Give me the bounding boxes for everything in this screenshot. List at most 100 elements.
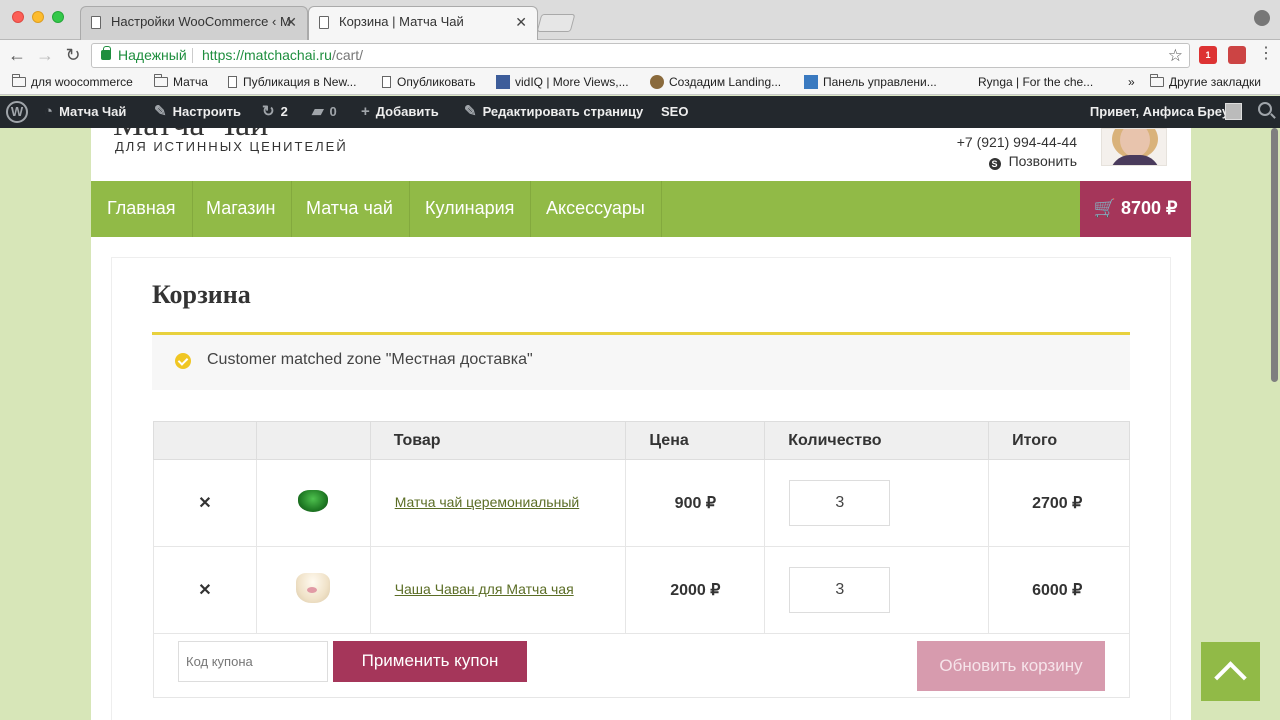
tab-title: Настройки WooCommerce ‹ М xyxy=(111,14,291,29)
profile-icon[interactable] xyxy=(1254,10,1270,26)
remove-icon[interactable]: ✕ xyxy=(153,459,257,547)
bookmark-item[interactable]: для woocommerce xyxy=(12,74,133,89)
column-header: Количество xyxy=(764,421,990,460)
column-header xyxy=(153,421,257,460)
product-price: 900 ₽ xyxy=(625,459,766,547)
line-total: 6000 ₽ xyxy=(988,546,1130,634)
admin-edit-page[interactable]: ✎ Редактировать страницу xyxy=(464,96,643,128)
product-link[interactable]: Чаша Чаван для Матча чая xyxy=(371,581,574,597)
url-text: https://matchachai.ru/cart/ xyxy=(202,44,363,67)
admin-customize[interactable]: ✎ Настроить xyxy=(154,96,241,128)
bookmark-item[interactable]: Другие закладки xyxy=(1150,74,1261,89)
header-cart-button[interactable]: 🛒 8700 ₽ xyxy=(1080,181,1191,237)
bookmark-item[interactable]: Rynga | For the che... xyxy=(978,75,1093,89)
bookmarks-bar: для woocommerce Матча Публикация в New..… xyxy=(0,70,1280,95)
wp-admin-bar: W ◔ Матча Чай ✎ Настроить ↻ 2 ▰ 0 + Добавить … xyxy=(0,96,1280,128)
folder-icon xyxy=(1150,74,1164,87)
apply-coupon-button[interactable]: Применить купон xyxy=(333,641,527,682)
wordpress-icon[interactable]: W xyxy=(6,101,28,123)
column-header xyxy=(255,421,371,460)
close-icon[interactable]: ✕ xyxy=(285,7,297,37)
bookmarks-overflow[interactable]: » xyxy=(1128,75,1135,89)
admin-add-new[interactable]: + Добавить xyxy=(361,96,439,128)
tab-woocommerce-settings[interactable]: Настройки WooCommerce ‹ М ✕ xyxy=(80,6,308,40)
page-icon xyxy=(382,76,391,88)
mail-icon xyxy=(804,75,818,89)
window-maximize-button[interactable] xyxy=(52,11,64,23)
landing-icon xyxy=(650,75,664,89)
bookmark-item[interactable]: Создадим Landing... xyxy=(650,75,781,89)
admin-avatar[interactable] xyxy=(1225,103,1242,120)
forward-arrow-icon[interactable]: → xyxy=(34,44,56,66)
bookmark-label: Публикация в New... xyxy=(243,75,357,89)
bookmark-item[interactable]: Публикация в New... xyxy=(228,75,356,89)
bookmark-label: Панель управлени... xyxy=(823,75,937,89)
remove-icon[interactable]: ✕ xyxy=(153,546,257,634)
nav-item-home[interactable]: Главная xyxy=(91,181,193,237)
bookmark-label: для woocommerce xyxy=(31,75,133,89)
extension-icon[interactable]: 1 xyxy=(1199,46,1217,64)
nav-item-cooking[interactable]: Кулинария xyxy=(409,181,532,237)
column-header: Товар xyxy=(369,421,627,460)
matcha-bowl-image xyxy=(298,489,329,512)
admin-site-name[interactable]: ◔ Матча Чай xyxy=(44,96,126,128)
contact-avatar xyxy=(1101,128,1167,166)
quantity-input[interactable]: 3 xyxy=(789,567,891,613)
admin-label: Редактировать страницу xyxy=(482,104,644,119)
bookmark-item[interactable]: Матча xyxy=(154,74,208,89)
admin-seo[interactable]: SEO xyxy=(661,96,688,128)
page-title: Корзина xyxy=(152,280,251,309)
update-cart-button[interactable]: Обновить корзину xyxy=(917,641,1105,691)
new-tab-button[interactable] xyxy=(536,14,576,32)
pencil-icon: ✎ xyxy=(464,103,477,120)
bookmark-item[interactable]: Опубликовать xyxy=(382,75,475,89)
nav-item-matcha[interactable]: Матча чай xyxy=(290,181,410,237)
site-container: Матча Чай ДЛЯ ИСТИННЫХ ЦЕНИТЕЛЕЙ +7 (921… xyxy=(91,128,1191,720)
admin-updates[interactable]: ↻ 2 xyxy=(262,96,288,128)
back-arrow-icon[interactable]: ← xyxy=(6,44,28,66)
product-name-cell: Чаша Чаван для Матча чая xyxy=(369,546,627,634)
nav-item-accessories[interactable]: Аксессуары xyxy=(530,181,662,237)
cart-content: Корзина Customer matched zone "Местная д… xyxy=(111,257,1171,720)
scrollbar[interactable] xyxy=(1269,128,1280,720)
table-row: ✕ Матча чай церемониальный 900 ₽ 3 2700 … xyxy=(153,459,1130,547)
call-label: Позвонить xyxy=(1008,153,1077,169)
site-tagline: ДЛЯ ИСТИННЫХ ЦЕНИТЕЛЕЙ xyxy=(115,139,348,154)
vidiq-icon xyxy=(496,75,510,89)
bookmark-label: Другие закладки xyxy=(1169,75,1261,89)
extension-icon[interactable] xyxy=(1228,46,1246,64)
shipping-notice: Customer matched zone "Местная доставка" xyxy=(152,332,1130,390)
tab-cart[interactable]: Корзина | Матча Чай ✕ xyxy=(308,6,538,40)
reload-icon[interactable]: ↻ xyxy=(62,44,84,66)
close-icon[interactable]: ✕ xyxy=(515,7,527,37)
product-thumbnail[interactable] xyxy=(255,459,371,547)
bookmark-label: vidIQ | More Views,... xyxy=(515,75,629,89)
tab-title: Корзина | Матча Чай xyxy=(339,14,464,29)
menu-dots-icon[interactable]: ⋮ xyxy=(1258,44,1274,64)
bookmark-item[interactable]: Панель управлени... xyxy=(804,75,937,89)
star-icon[interactable]: ☆ xyxy=(1168,44,1183,67)
bookmark-item[interactable]: vidIQ | More Views,... xyxy=(496,75,629,89)
header-phone[interactable]: +7 (921) 994-44-44 xyxy=(957,134,1077,150)
product-link[interactable]: Матча чай церемониальный xyxy=(371,494,580,510)
arrow-up-icon[interactable] xyxy=(1201,642,1260,701)
scrollbar-thumb[interactable] xyxy=(1271,128,1278,382)
nav-item-shop[interactable]: Магазин xyxy=(190,181,293,237)
main-nav: Главная Магазин Матча чай Кулинария Аксе… xyxy=(91,181,1191,237)
admin-label: Настроить xyxy=(172,104,242,119)
product-price: 2000 ₽ xyxy=(625,546,766,634)
quantity-cell: 3 xyxy=(764,546,990,634)
page-icon xyxy=(228,76,237,88)
search-icon[interactable] xyxy=(1258,102,1272,116)
call-link[interactable]: S Позвонить xyxy=(988,153,1077,170)
address-bar[interactable]: Надежный https://matchachai.ru/cart/ ☆ xyxy=(91,43,1190,68)
admin-comments[interactable]: ▰ 0 xyxy=(312,96,337,128)
window-minimize-button[interactable] xyxy=(32,11,44,23)
admin-label: 2 xyxy=(280,104,288,119)
coupon-input[interactable]: Код купона xyxy=(178,641,328,682)
admin-greeting[interactable]: Привет, Анфиса Бреус xyxy=(1090,96,1236,128)
quantity-input[interactable]: 3 xyxy=(789,480,891,526)
window-close-button[interactable] xyxy=(12,11,24,23)
product-thumbnail[interactable] xyxy=(255,546,371,634)
check-icon xyxy=(175,353,191,369)
